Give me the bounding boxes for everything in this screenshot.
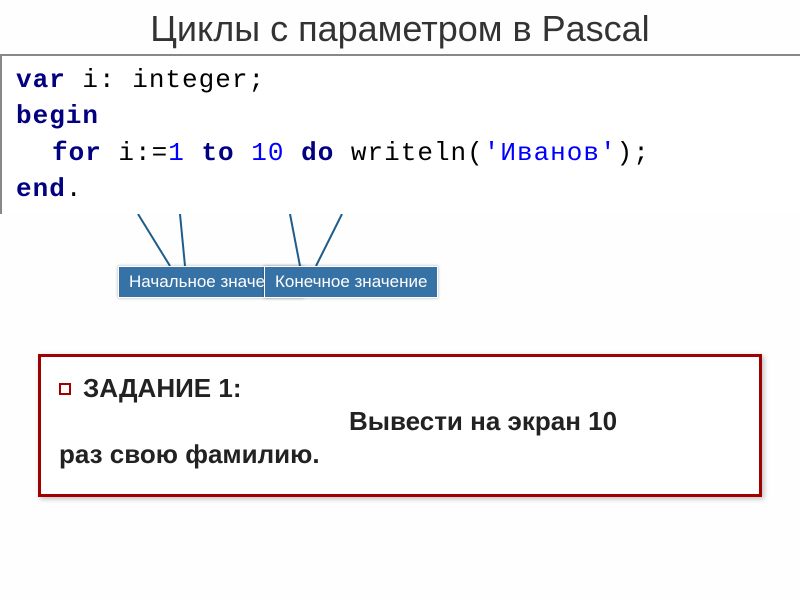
bullet-icon xyxy=(59,383,71,395)
code-text: . xyxy=(66,174,83,204)
code-text: i:= xyxy=(102,138,168,168)
callout-end-value: Конечное значение xyxy=(264,266,438,298)
page-title: Циклы с параметром в Pascal xyxy=(0,0,800,54)
code-text: i: integer; xyxy=(66,65,265,95)
keyword-to: to xyxy=(201,138,234,168)
keyword-do: do xyxy=(301,138,334,168)
code-line-1: var i: integer; xyxy=(16,62,786,98)
keyword-var: var xyxy=(16,65,66,95)
keyword-for: for xyxy=(52,138,102,168)
code-text: ); xyxy=(617,138,650,168)
task-label-line: ЗАДАНИЕ 1: xyxy=(59,373,741,404)
code-line-2: begin xyxy=(16,98,786,134)
code-text: writeln( xyxy=(334,138,483,168)
task-text-line-2: раз свою фамилию. xyxy=(59,439,741,470)
task-text: Вывести на экран 10 xyxy=(349,406,617,436)
code-block: var i: integer; begin for i:=1 to 10 do … xyxy=(0,54,800,214)
callouts-area: Начальное значение Конечное значение xyxy=(0,214,800,334)
number-end: 10 xyxy=(251,138,284,168)
task-box: ЗАДАНИЕ 1: Вывести на экран 10 раз свою … xyxy=(38,354,762,497)
code-line-3: for i:=1 to 10 do writeln('Иванов'); xyxy=(16,135,786,171)
string-literal: 'Иванов' xyxy=(484,138,617,168)
number-start: 1 xyxy=(168,138,185,168)
task-text: раз свою фамилию. xyxy=(59,439,320,469)
code-line-4: end. xyxy=(16,171,786,207)
task-text-line-1: Вывести на экран 10 xyxy=(59,406,741,437)
task-label: ЗАДАНИЕ 1: xyxy=(83,373,241,403)
keyword-end: end xyxy=(16,174,66,204)
keyword-begin: begin xyxy=(16,101,99,131)
